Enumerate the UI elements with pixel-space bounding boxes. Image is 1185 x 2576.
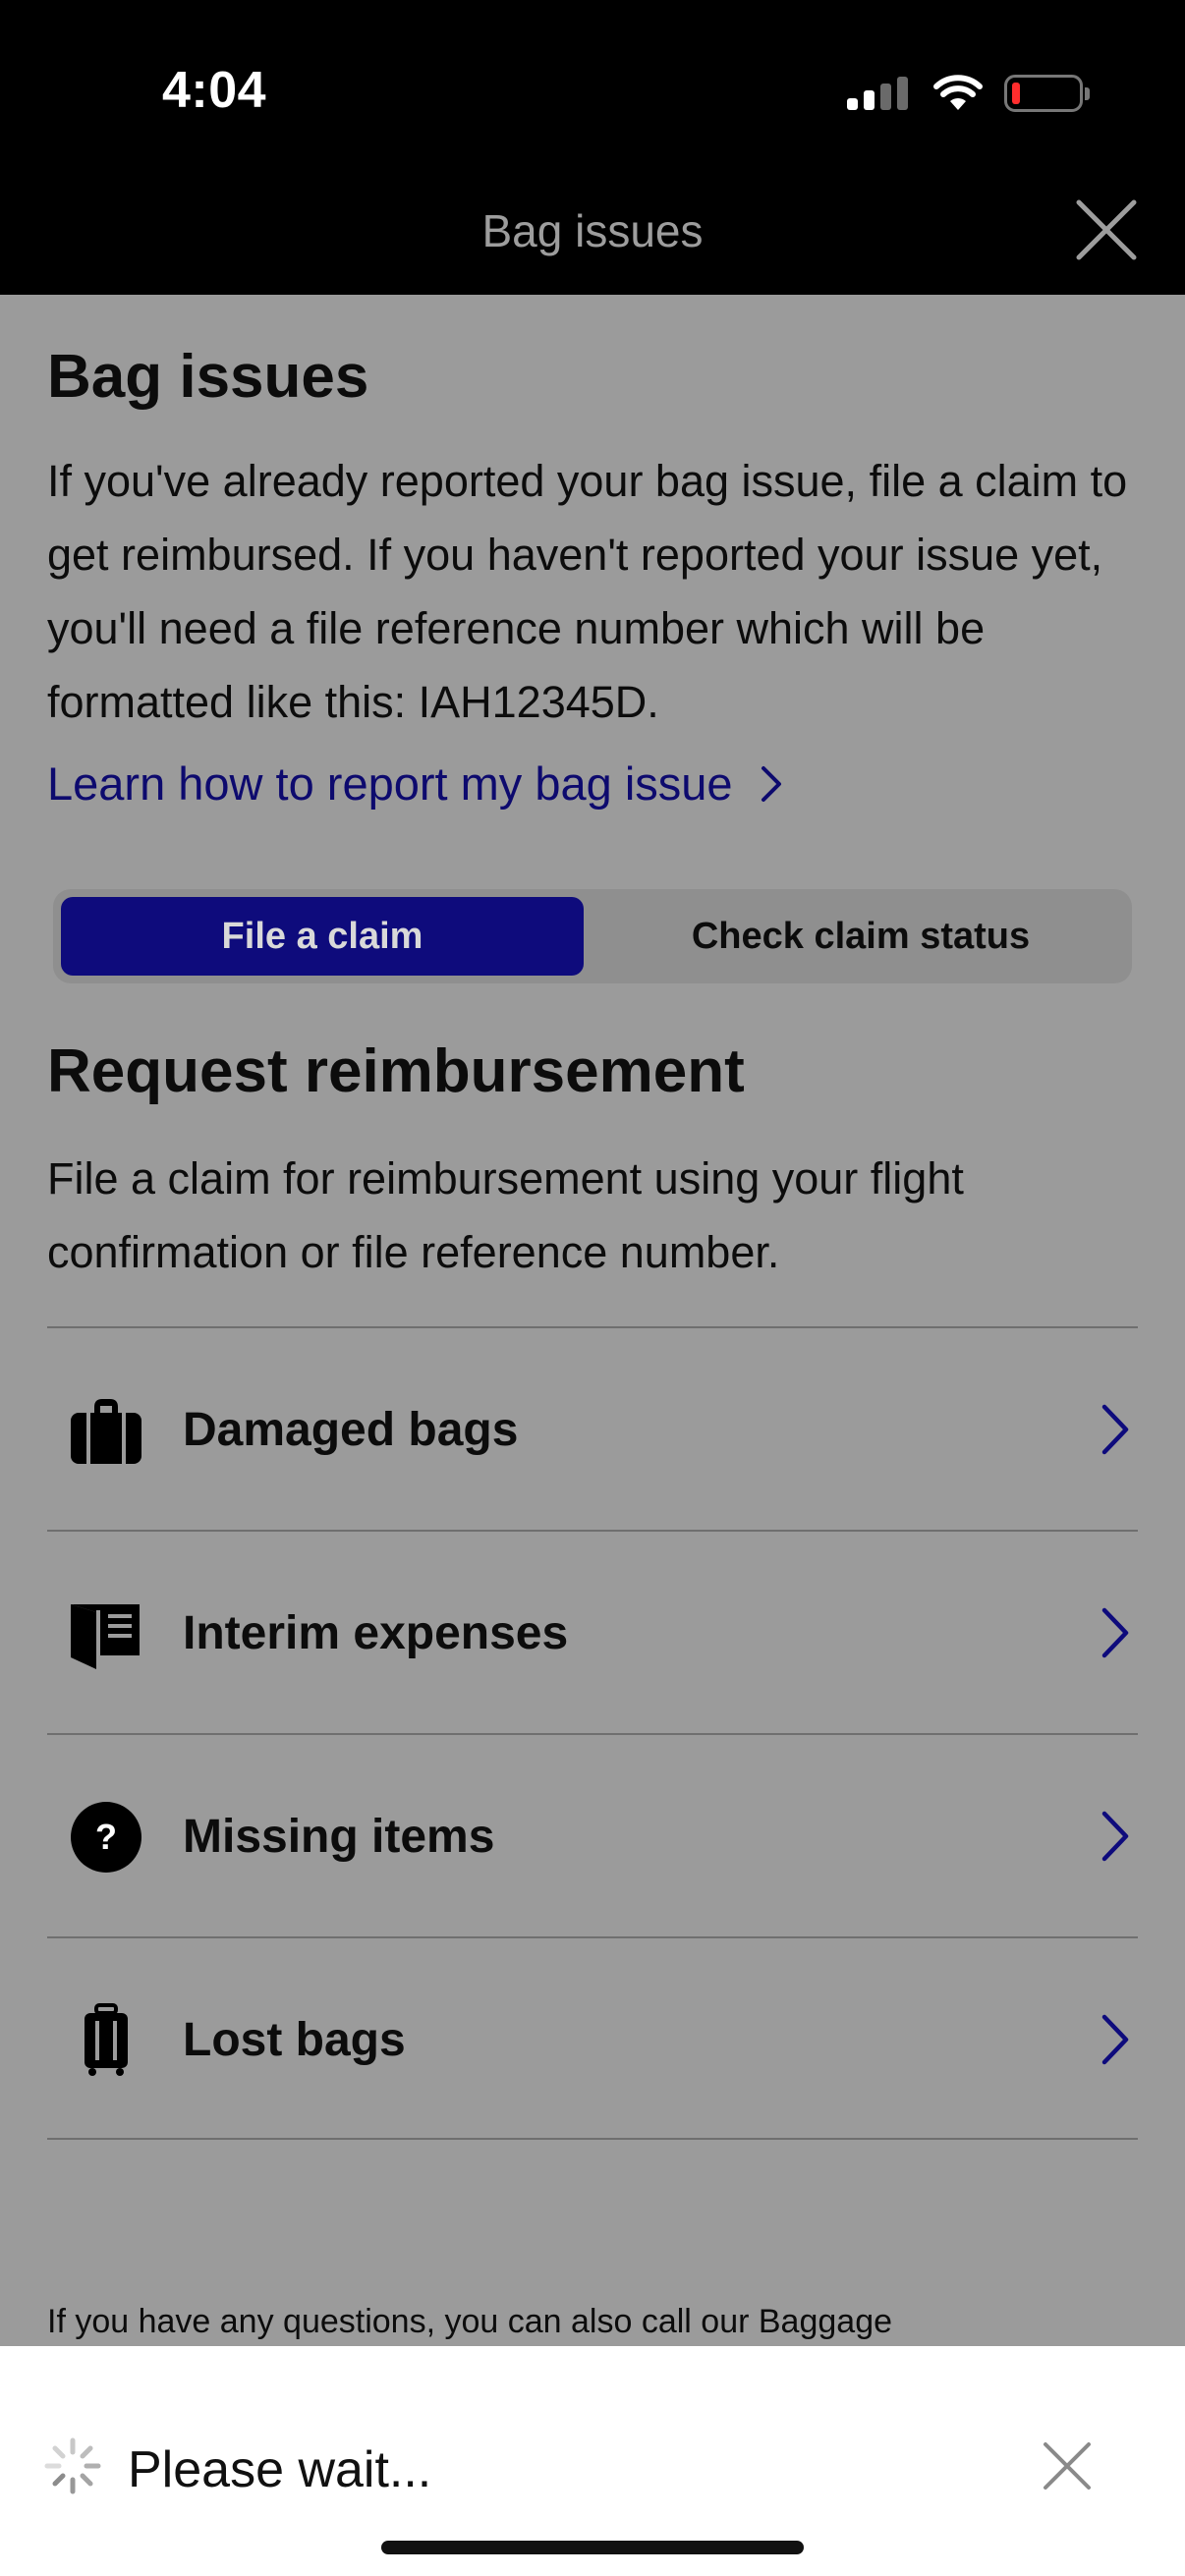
- question-circle-icon: ?: [71, 1802, 141, 1873]
- tab-file-a-claim[interactable]: File a claim: [61, 897, 584, 976]
- chevron-right-icon: [1101, 1811, 1129, 1862]
- reimbursement-subtitle: File a claim for reimbursement using you…: [47, 1153, 964, 1277]
- learn-how-to-report-link[interactable]: Learn how to report my bag issue: [47, 756, 782, 811]
- top-bar: 4:04 Bag issues: [0, 0, 1185, 295]
- intro-text: If you've already reported your bag issu…: [47, 456, 1128, 727]
- claim-type-list: Damaged bags Interim expenses ? Missing …: [47, 1326, 1138, 2140]
- claim-type-damaged-bags[interactable]: Damaged bags: [47, 1326, 1138, 1530]
- claim-tabs: File a claim Check claim status: [53, 889, 1132, 983]
- loading-spinner-icon: [44, 2437, 101, 2494]
- page-title: Bag issues: [47, 343, 369, 411]
- claim-type-missing-items[interactable]: ? Missing items: [47, 1733, 1138, 1936]
- toast-message: Please wait...: [128, 2441, 432, 2498]
- svg-text:?: ?: [95, 1817, 117, 1857]
- cellular-signal-icon: [847, 77, 908, 110]
- close-icon[interactable]: [1042, 2440, 1093, 2492]
- chevron-right-icon: [1101, 1607, 1129, 1658]
- claim-type-label: Damaged bags: [183, 1404, 519, 1456]
- chevron-right-icon: [761, 765, 781, 802]
- learn-link-label: Learn how to report my bag issue: [47, 757, 733, 810]
- footer-note: If you have any questions, you can also …: [47, 2303, 893, 2340]
- claim-type-label: Interim expenses: [183, 1607, 569, 1659]
- header-title: Bag issues: [481, 205, 704, 256]
- loading-toast: Please wait...: [0, 2346, 1185, 2576]
- wifi-icon: [933, 75, 983, 110]
- tab-check-claim-status[interactable]: Check claim status: [595, 897, 1126, 976]
- claim-type-lost-bags[interactable]: Lost bags: [47, 1936, 1138, 2140]
- status-icons: [847, 75, 1090, 112]
- home-indicator[interactable]: [381, 2541, 804, 2554]
- reimbursement-title: Request reimbursement: [47, 1037, 745, 1105]
- status-time: 4:04: [162, 62, 267, 119]
- claim-type-label: Missing items: [183, 1811, 495, 1863]
- chevron-right-icon: [1101, 2014, 1129, 2065]
- claim-type-interim-expenses[interactable]: Interim expenses: [47, 1530, 1138, 1733]
- luggage-icon: [85, 2003, 128, 2076]
- claim-type-label: Lost bags: [183, 2014, 406, 2066]
- battery-icon: [1004, 75, 1090, 112]
- close-icon[interactable]: [1075, 198, 1138, 261]
- receipt-icon: [71, 1604, 140, 1669]
- briefcase-icon: [71, 1399, 141, 1464]
- chevron-right-icon: [1101, 1404, 1129, 1455]
